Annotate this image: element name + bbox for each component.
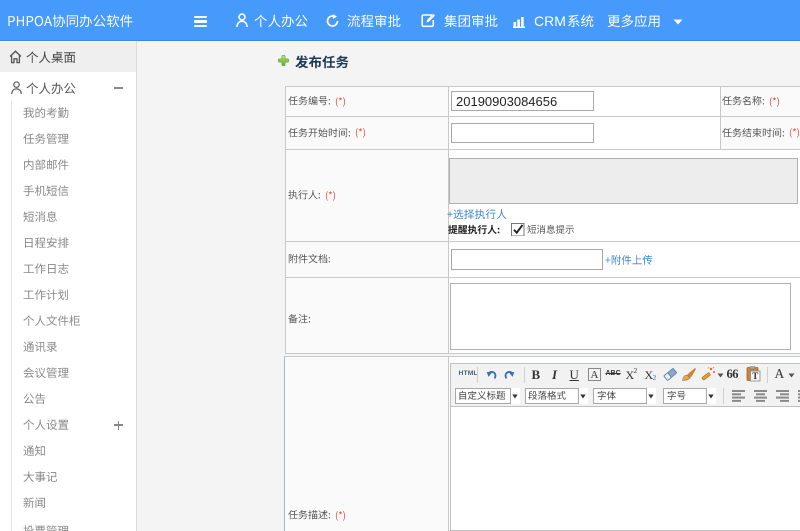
svg-text:T: T <box>752 371 758 381</box>
